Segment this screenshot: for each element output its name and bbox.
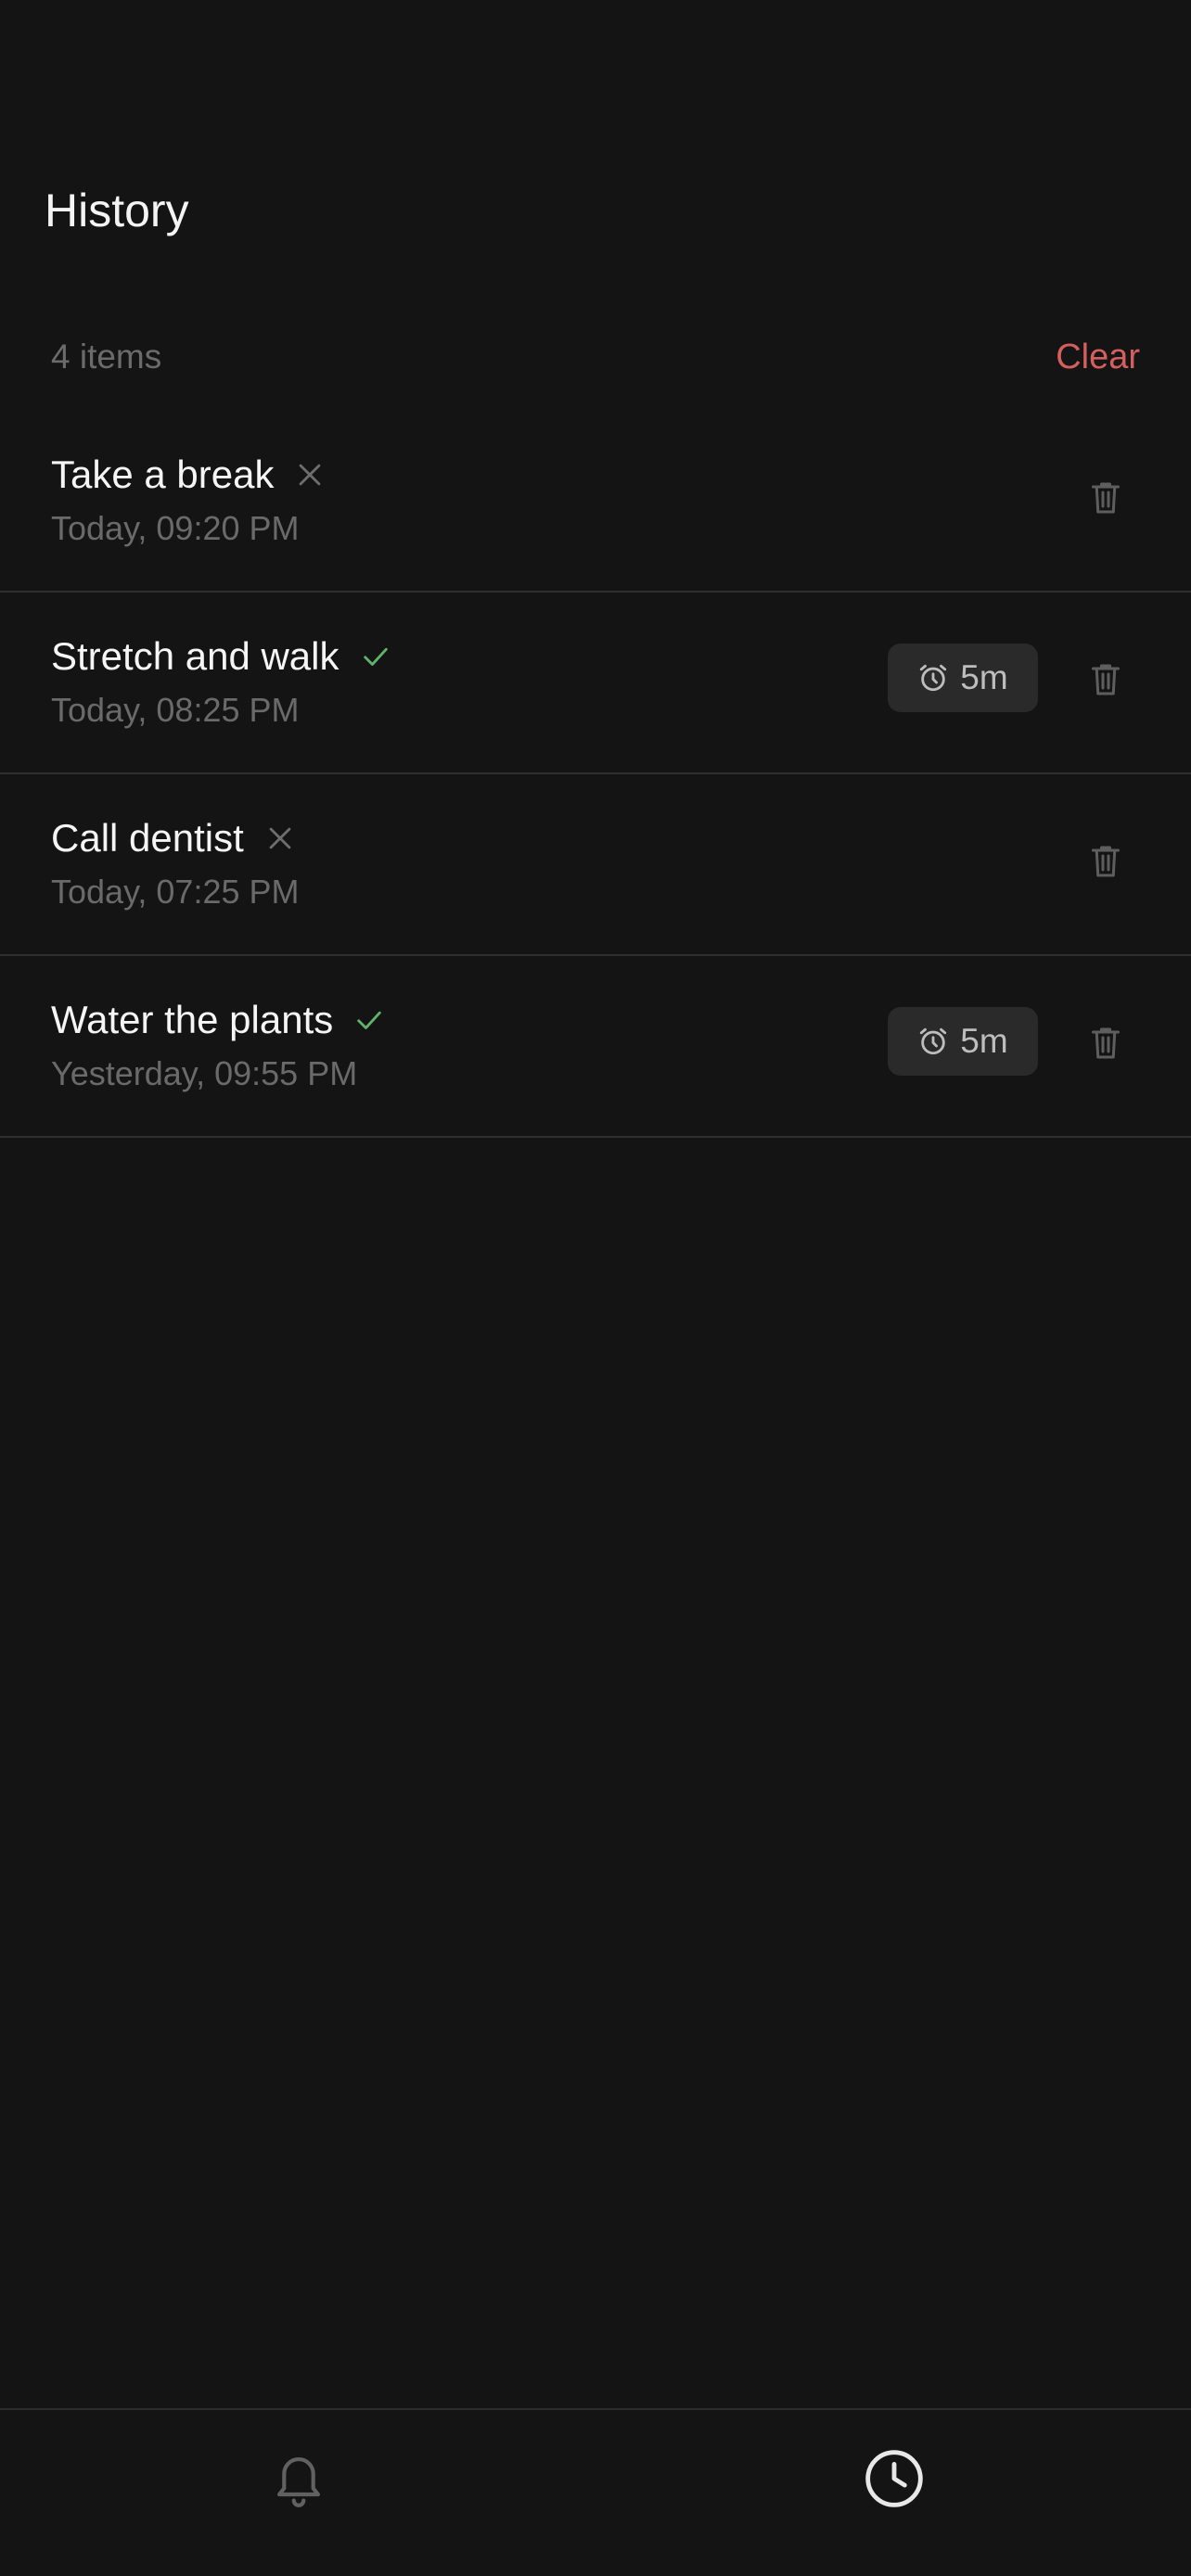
- history-row[interactable]: Call dentist Today, 07:25 PM: [0, 774, 1191, 956]
- done-check-icon: [357, 1011, 382, 1029]
- history-row[interactable]: Water the plants Yesterday, 09:55 PM 5m: [0, 956, 1191, 1138]
- list-header: 4 items Clear: [51, 329, 1140, 385]
- delete-button[interactable]: [1085, 1023, 1126, 1064]
- row-title-text: Call dentist: [51, 816, 244, 860]
- row-time: Yesterday, 09:55 PM: [51, 1054, 358, 1092]
- delete-button[interactable]: [1085, 478, 1126, 518]
- alarm-clock-icon: [920, 664, 947, 692]
- history-list: Take a break Today, 09:20 PM Stretch and…: [0, 411, 1191, 1138]
- dismissed-x-icon: [300, 464, 321, 486]
- row-title-text: Stretch and walk: [51, 634, 339, 678]
- row-time: Today, 08:25 PM: [51, 691, 300, 729]
- history-row[interactable]: Stretch and walk Today, 08:25 PM 5m: [0, 593, 1191, 774]
- trash-icon: [1092, 1027, 1120, 1059]
- item-count: 4 items: [51, 338, 162, 376]
- delete-button[interactable]: [1085, 659, 1126, 700]
- snooze-badge[interactable]: 5m: [888, 644, 1038, 712]
- clock-icon: [865, 2450, 923, 2507]
- tab-bar: [0, 2408, 1191, 2576]
- row-title: Take a break: [51, 448, 326, 502]
- bell-icon: [276, 2457, 321, 2507]
- snooze-duration: 5m: [960, 658, 1008, 696]
- snooze-badge[interactable]: 5m: [888, 1007, 1038, 1076]
- history-screen: History 4 items Clear Take a break Today…: [0, 0, 1191, 2576]
- row-title-text: Take a break: [51, 453, 275, 496]
- row-title: Call dentist: [51, 811, 296, 865]
- done-check-icon: [363, 647, 388, 666]
- alarm-clock-icon: [920, 1027, 947, 1055]
- page-title: History: [45, 185, 189, 236]
- tab-reminders[interactable]: [262, 2442, 336, 2516]
- row-title: Water the plants: [51, 993, 385, 1047]
- row-title: Stretch and walk: [51, 630, 391, 683]
- trash-icon: [1092, 846, 1120, 877]
- tab-history[interactable]: [857, 2442, 931, 2516]
- trash-icon: [1092, 482, 1120, 514]
- trash-icon: [1092, 664, 1120, 695]
- row-title-text: Water the plants: [51, 998, 334, 1041]
- delete-button[interactable]: [1085, 841, 1126, 882]
- row-time: Today, 07:25 PM: [51, 873, 300, 911]
- dismissed-x-icon: [269, 827, 291, 849]
- snooze-duration: 5m: [960, 1022, 1008, 1060]
- clear-button[interactable]: Clear: [1056, 338, 1140, 377]
- history-row[interactable]: Take a break Today, 09:20 PM: [0, 411, 1191, 593]
- row-time: Today, 09:20 PM: [51, 509, 300, 547]
